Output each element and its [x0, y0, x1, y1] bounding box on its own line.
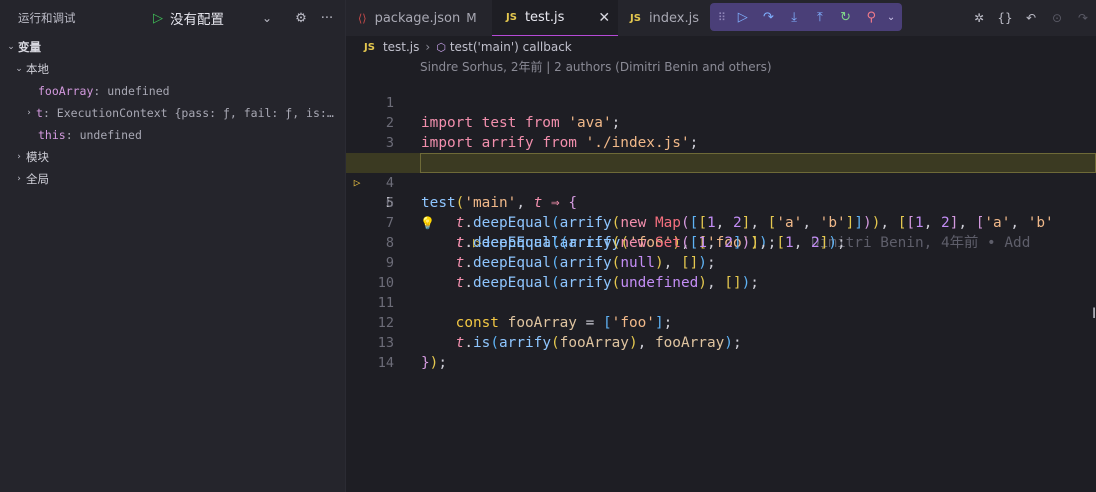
code-line[interactable]: ● 4 test('main', t ⇒ {: [346, 133, 1096, 211]
play-icon[interactable]: ▷: [146, 11, 170, 26]
scope-label: 模块: [26, 150, 49, 164]
code-line[interactable]: 11 const fooArray = ['foo'];: [346, 273, 1096, 331]
breadcrumb-file[interactable]: test.js: [383, 40, 419, 54]
code-line[interactable]: 1 import test from 'ava';: [346, 73, 1096, 131]
close-icon[interactable]: ✕: [598, 10, 610, 26]
chevron-down-icon[interactable]: ⌄: [884, 12, 898, 23]
sidebar-header: 运行和调试 ▷ 没有配置 ⌄ ⚙ ···: [0, 0, 345, 36]
scope-local[interactable]: ⌄ 本地: [0, 58, 345, 80]
breadcrumb: JS test.js › ⬡ test('main') callback: [346, 36, 1096, 58]
chevron-right-icon[interactable]: ›: [12, 152, 26, 162]
editor-actions: ✲ {} ↶ ⊙ ↷: [966, 0, 1096, 36]
editor-tab-bar: ⟨⟩ package.json M JS test.js ✕ JS index.…: [346, 0, 1096, 36]
scope-module[interactable]: › 模块: [0, 146, 345, 168]
chevron-down-icon[interactable]: ⌄: [12, 64, 26, 74]
chevron-down-icon[interactable]: ⌄: [262, 11, 288, 25]
code-line[interactable]: 3: [346, 113, 1096, 151]
variable-row[interactable]: this: undefined: [0, 124, 345, 146]
chevron-right-icon[interactable]: ›: [22, 108, 36, 118]
breadcrumb-symbol[interactable]: test('main') callback: [450, 40, 572, 54]
scope-label: 全局: [26, 172, 49, 186]
code-line[interactable]: 6 t.deepEqual(arrify(new Map([[1, 2], ['…: [346, 173, 1096, 231]
drag-handle-icon[interactable]: ⠿: [714, 11, 730, 24]
js-file-icon: JS: [630, 12, 641, 24]
step-out-icon[interactable]: ⤒: [807, 10, 833, 25]
code-text: });: [421, 355, 448, 371]
code-line[interactable]: 14: [346, 333, 1096, 371]
chevron-down-icon[interactable]: ⌄: [4, 42, 18, 52]
code-line[interactable]: 8 t.deepEqual(arrify(null), []);: [346, 213, 1096, 271]
launch-config-name[interactable]: 没有配置: [170, 8, 262, 28]
disconnect-icon[interactable]: ⚲: [858, 10, 884, 25]
section-variables[interactable]: ⌄ 变量: [0, 36, 345, 58]
variable-value: undefined: [79, 128, 142, 142]
code-line[interactable]: 12 t.is(arrify(fooArray), fooArray);: [346, 293, 1096, 351]
variable-row[interactable]: › t: ExecutionContext {pass: ƒ, fail: ƒ,…: [0, 102, 345, 124]
js-file-icon: JS: [506, 12, 517, 23]
code-editor[interactable]: Sindre Sorhus, 2年前 | 2 authors (Dimitri …: [346, 58, 1096, 492]
chevron-right-icon: ›: [425, 40, 431, 54]
circle-dot-icon[interactable]: ⊙: [1044, 11, 1070, 25]
symbol-method-icon: ⬡: [436, 40, 446, 54]
scope-label: 本地: [26, 62, 49, 76]
code-lines: 1 import test from 'ava'; 2 import arrif…: [346, 73, 1096, 371]
variable-value: ExecutionContext {pass: ƒ, fail: ƒ, is:…: [56, 106, 334, 120]
code-line[interactable]: 10: [346, 253, 1096, 291]
tab-test-js[interactable]: JS test.js ✕: [492, 0, 618, 36]
launch-config-selector[interactable]: ▷ 没有配置 ⌄: [146, 7, 288, 29]
braces-icon[interactable]: {}: [992, 11, 1018, 25]
sidebar-title: 运行和调试: [18, 11, 76, 25]
tab-label: test.js: [524, 10, 565, 25]
text-cursor-icon: I: [1092, 306, 1096, 322]
current-execution-line[interactable]: ▷ 5 💡 t.▷deepEqual(arrify('foo'), ['foo'…: [346, 153, 1096, 251]
chevron-right-icon[interactable]: ›: [12, 174, 26, 184]
json-file-icon: ⟨⟩: [358, 11, 367, 25]
tab-package-json[interactable]: ⟨⟩ package.json M: [346, 0, 492, 36]
js-file-icon: JS: [364, 41, 375, 53]
variable-name: this: [38, 128, 66, 142]
go-forward-icon[interactable]: ↷: [1070, 11, 1096, 25]
variable-row[interactable]: fooArray: undefined: [0, 80, 345, 102]
modified-badge: M: [466, 11, 477, 25]
continue-icon[interactable]: ▷: [730, 10, 756, 25]
debug-toolbar: ⠿ ▷ ↷ ⤓ ⤒ ↻ ⚲ ⌄: [710, 3, 902, 31]
scope-global[interactable]: › 全局: [0, 168, 345, 190]
debug-sidebar: 运行和调试 ▷ 没有配置 ⌄ ⚙ ··· ⌄ 变量 ⌄ 本地 fooArray:…: [0, 0, 346, 492]
go-back-icon[interactable]: ↶: [1018, 11, 1044, 25]
variables-tree: ⌄ 变量 ⌄ 本地 fooArray: undefined › t: Execu…: [0, 36, 345, 190]
ellipsis-icon[interactable]: ···: [314, 11, 340, 26]
variable-name: t: [36, 106, 43, 120]
code-line[interactable]: 13 });: [346, 313, 1096, 371]
codelens-authors[interactable]: Sindre Sorhus, 2年前 | 2 authors (Dimitri …: [420, 58, 772, 74]
debug-bug-icon[interactable]: ✲: [966, 11, 992, 25]
gear-icon[interactable]: ⚙: [288, 11, 314, 26]
step-into-icon[interactable]: ⤓: [781, 10, 807, 25]
variable-value: undefined: [107, 84, 170, 98]
variable-name: fooArray: [38, 84, 94, 98]
step-over-icon[interactable]: ↷: [756, 10, 782, 25]
tab-index-js[interactable]: JS index.js: [618, 0, 714, 36]
tab-label: index.js: [648, 10, 700, 26]
section-label: 变量: [18, 40, 41, 54]
code-line[interactable]: 7 t.deepEqual(arrify(new Set([1, 2])), […: [346, 193, 1096, 251]
code-line[interactable]: 2 import arrify from './index.js';: [346, 93, 1096, 151]
restart-icon[interactable]: ↻: [833, 10, 859, 25]
tab-label: package.json: [374, 10, 461, 26]
line-number: 14: [377, 355, 394, 371]
code-line[interactable]: 9 t.deepEqual(arrify(undefined), []);: [346, 233, 1096, 291]
